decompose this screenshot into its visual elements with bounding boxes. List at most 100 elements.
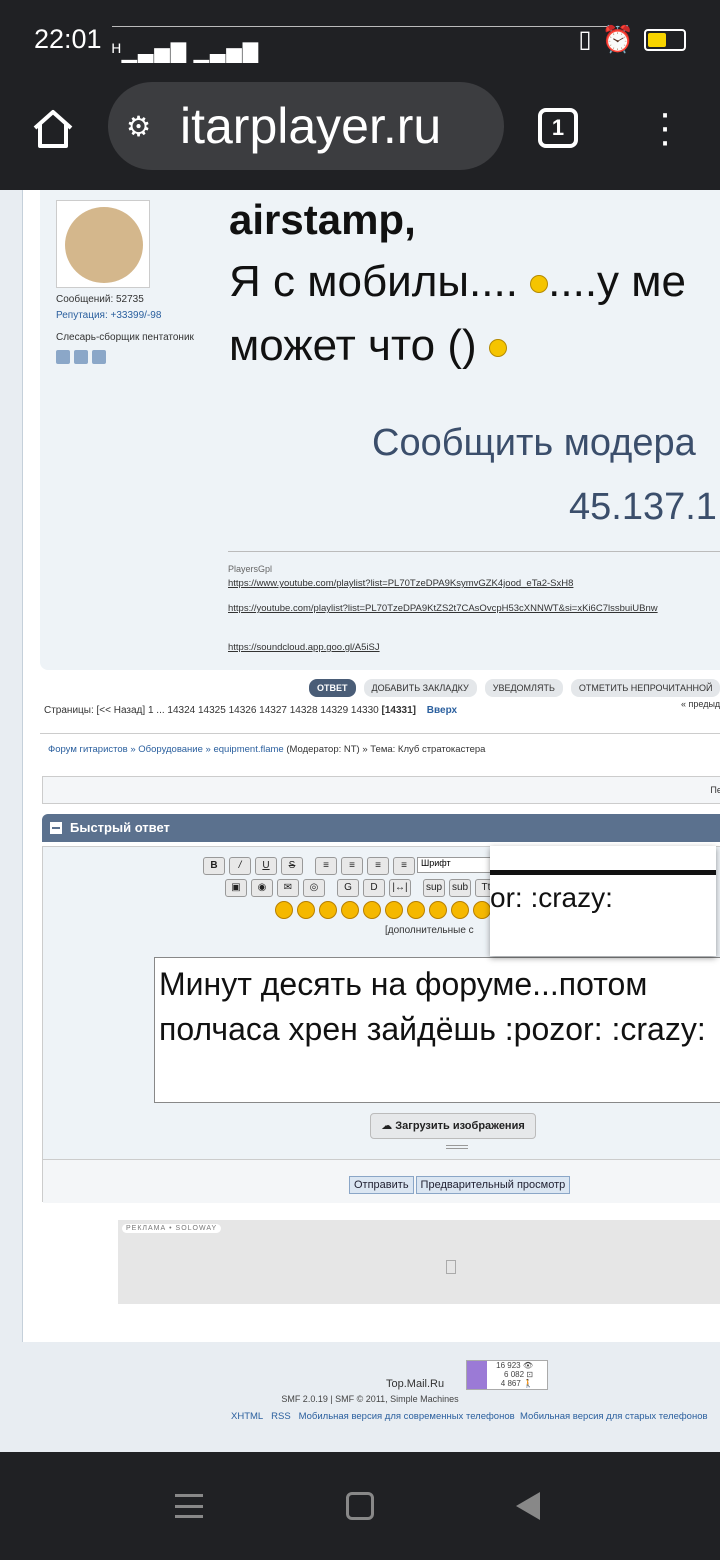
recent-apps-icon[interactable] xyxy=(175,1494,203,1518)
send-button[interactable]: Отправить xyxy=(349,1176,414,1194)
submit-buttons: Отправить Предварительный просмотр xyxy=(349,1176,571,1194)
ad-banner[interactable]: РЕКЛАМА • SOLOWAY xyxy=(118,1220,720,1304)
more-menu-icon[interactable]: · · · xyxy=(655,93,675,161)
align-center-icon[interactable]: ≡ xyxy=(367,857,389,875)
status-bar: 22:01 ᴴ▁▃▅▇ ▁▃▅▇ ▯ ⏰ xyxy=(0,0,720,80)
strikethrough-icon[interactable]: S xyxy=(281,857,303,875)
link-icon[interactable]: ◉ xyxy=(251,879,273,897)
bookmark-button[interactable]: ДОБАВИТЬ ЗАКЛАДКУ xyxy=(363,679,477,697)
mobile-new-link[interactable]: Мобильная версия для современных телефон… xyxy=(299,1411,515,1422)
smiley-icon[interactable] xyxy=(429,901,447,919)
mark-unread-button[interactable]: ОТМЕТИТЬ НЕПРОЧИТАННОЙ xyxy=(570,679,720,697)
superscript-icon[interactable]: sup xyxy=(423,879,445,897)
signal-icon: ᴴ▁▃▅▇ ▁▃▅▇ xyxy=(112,26,612,64)
browser-toolbar: ⚙ itarplayer.ru 1 · · · xyxy=(0,80,720,190)
format-toolbar: B / U S ≡ ≡ ≡ ≡ xyxy=(203,857,415,875)
image-icon[interactable]: ▣ xyxy=(225,879,247,897)
smiley-icon[interactable] xyxy=(319,901,337,919)
smiley-icon[interactable] xyxy=(363,901,381,919)
smiley-icon[interactable] xyxy=(473,901,491,919)
notify-button[interactable]: УВЕДОМЛЯТЬ xyxy=(484,679,563,697)
profile-icon[interactable] xyxy=(56,350,70,364)
message-textarea[interactable]: Минут десять на форуме...потом полчаса х… xyxy=(154,957,720,1103)
smf-copyright[interactable]: SMF 2.0.19 | SMF © 2011, Simple Machines xyxy=(0,1394,720,1404)
align-right-icon[interactable]: ≡ xyxy=(393,857,415,875)
system-nav-bar xyxy=(0,1452,720,1560)
hr-icon[interactable]: |↔| xyxy=(389,879,411,897)
reply-button[interactable]: ОТВЕТ xyxy=(309,679,356,697)
smiley-row xyxy=(275,901,491,919)
subscript-icon[interactable]: sub xyxy=(449,879,471,897)
reputation[interactable]: Репутация: +33399/-98 xyxy=(56,308,216,324)
font-select[interactable]: Шрифт xyxy=(417,857,493,873)
email-icon[interactable] xyxy=(74,350,88,364)
breadcrumb-board[interactable]: equipment.flame xyxy=(213,744,283,755)
back-icon[interactable] xyxy=(516,1492,540,1520)
smiley-icon[interactable] xyxy=(385,901,403,919)
smiley-icon xyxy=(530,275,549,294)
glow-icon[interactable]: G xyxy=(337,879,359,897)
smiley-icon xyxy=(488,339,507,358)
web-page: Сообщений: 52735 Репутация: +33399/-98 С… xyxy=(0,190,720,1452)
underline-icon[interactable]: U xyxy=(255,857,277,875)
smiley-icon[interactable] xyxy=(297,901,315,919)
ad-label: РЕКЛАМА • SOLOWAY xyxy=(122,1224,222,1233)
smiley-icon[interactable] xyxy=(341,901,359,919)
pagination[interactable]: Страницы: [<< Назад] 1 ... 14324 14325 1… xyxy=(44,705,457,716)
post-line-1b: ....у ме xyxy=(548,257,686,306)
battery-icon xyxy=(644,28,686,51)
popup-text: or: :crazy: xyxy=(490,882,613,913)
status-icons: ▯ ⏰ xyxy=(578,24,686,55)
bold-icon[interactable]: B xyxy=(203,857,225,875)
shadow-icon[interactable]: D xyxy=(363,879,385,897)
smiley-icon[interactable] xyxy=(407,901,425,919)
report-to-moderator-link[interactable]: Сообщить модера xyxy=(372,422,696,465)
align-left-icon[interactable]: ≡ xyxy=(315,857,337,875)
url-text[interactable]: itarplayer.ru xyxy=(180,97,441,155)
text-selection-popup[interactable]: or: :crazy: xyxy=(490,846,716,956)
topmail-link[interactable]: Top.Mail.Ru xyxy=(386,1378,444,1390)
tab-switcher-button[interactable]: 1 xyxy=(538,108,578,148)
signature: PlayersGpl https://www.youtube.com/playl… xyxy=(228,551,720,653)
user-avatar[interactable] xyxy=(56,200,150,288)
resize-grip[interactable] xyxy=(446,1145,468,1149)
collapse-icon[interactable] xyxy=(50,822,62,834)
breadcrumb-forum[interactable]: Форум гитаристов » xyxy=(48,744,136,755)
smiley-icon[interactable] xyxy=(451,901,469,919)
signature-link[interactable]: https://soundcloud.app.goo.gl/A5iSJ xyxy=(228,642,720,653)
site-settings-icon[interactable]: ⚙ xyxy=(126,110,166,143)
address-bar[interactable]: ⚙ itarplayer.ru xyxy=(108,82,504,170)
home-icon[interactable] xyxy=(30,106,76,152)
go-top-link[interactable]: Вверх xyxy=(427,705,457,716)
page-links[interactable]: Страницы: [<< Назад] 1 ... 14324 14325 1… xyxy=(44,705,382,716)
post-count: Сообщений: 52735 xyxy=(56,294,144,305)
vibrate-icon: ▯ xyxy=(578,26,592,53)
quick-reply-header[interactable]: Быстрый ответ xyxy=(42,814,720,842)
mobile-old-link[interactable]: Мобильная версия для старых телефонов xyxy=(520,1411,708,1422)
xhtml-link[interactable]: XHTML xyxy=(231,1411,263,1422)
more-smileys-link[interactable]: [дополнительные с xyxy=(385,925,474,936)
signature-link[interactable]: https://youtube.com/playlist?list=PL70Tz… xyxy=(228,603,720,614)
status-time: 22:01 xyxy=(34,24,102,54)
post-line-1: Я с мобилы.... xyxy=(229,257,531,306)
home-nav-icon[interactable] xyxy=(346,1492,374,1520)
breadcrumb-equipment[interactable]: Оборудование » xyxy=(138,744,211,755)
upload-images-button[interactable]: ☁ Загрузить изображения xyxy=(370,1113,536,1139)
post-line-2: может что () xyxy=(229,321,489,370)
smiley-icon[interactable] xyxy=(275,901,293,919)
signature-link[interactable]: https://www.youtube.com/playlist?list=PL… xyxy=(228,578,720,589)
preview-button[interactable]: Предварительный просмотр xyxy=(415,1176,571,1194)
editor-footer: Отправить Предварительный просмотр xyxy=(43,1159,720,1203)
italic-icon[interactable]: / xyxy=(229,857,251,875)
media-icon[interactable]: ◎ xyxy=(303,879,325,897)
jump-to-box[interactable]: Перейт xyxy=(42,776,720,804)
insert-toolbar: ▣ ◉ ✉ ◎ G D |↔| sup sub Tt xyxy=(225,879,497,897)
rss-link[interactable]: RSS xyxy=(271,1411,291,1422)
upload-label: Загрузить изображения xyxy=(395,1120,525,1132)
previous-topic-link[interactable]: « предыд xyxy=(681,699,720,709)
pm-icon[interactable] xyxy=(92,350,106,364)
email-insert-icon[interactable]: ✉ xyxy=(277,879,299,897)
footer-links: XHTML RSS Мобильная версия для современн… xyxy=(231,1411,708,1422)
visit-counter[interactable]: 16 923 👁 6 082 ⊡ 4 867 🚶 xyxy=(466,1360,548,1390)
align-justify-icon[interactable]: ≡ xyxy=(341,857,363,875)
